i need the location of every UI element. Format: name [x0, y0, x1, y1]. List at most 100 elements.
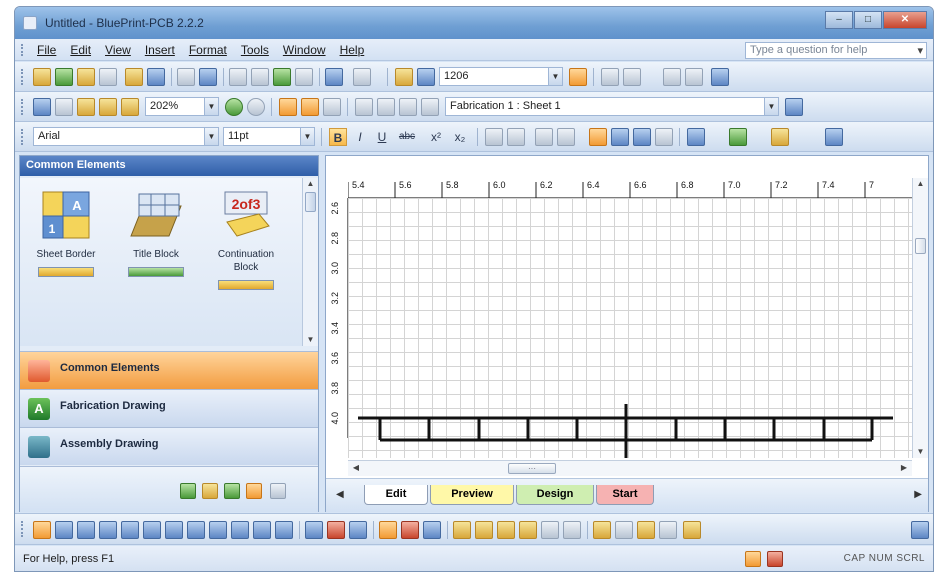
open-template-icon[interactable]	[77, 68, 95, 86]
flip-tool-icon[interactable]	[327, 521, 345, 539]
next-page-icon[interactable]	[399, 98, 417, 116]
align-right-icon[interactable]	[633, 128, 651, 146]
wizard-icon[interactable]	[99, 68, 117, 86]
ungroup-tool-icon[interactable]	[475, 521, 493, 539]
previous-page-icon[interactable]	[377, 98, 395, 116]
diagonal-tool-icon[interactable]	[423, 521, 441, 539]
font-color-icon[interactable]	[687, 128, 705, 146]
arc-tool-icon[interactable]	[165, 521, 183, 539]
underline-button[interactable]: U	[373, 128, 391, 146]
minimize-button[interactable]: –	[825, 11, 853, 29]
library-icon[interactable]	[663, 68, 681, 86]
grid-tool-icon[interactable]	[659, 521, 677, 539]
font-size-combo[interactable]: 11pt ▼	[223, 127, 315, 146]
toolbar-grip[interactable]	[21, 129, 25, 145]
route-tool-icon[interactable]	[401, 521, 419, 539]
components-icon[interactable]	[246, 483, 262, 499]
canvas-vertical-scrollbar[interactable]: ▲ ▼	[912, 178, 928, 458]
toolbar-grip[interactable]	[21, 69, 25, 85]
sheet-view-icon[interactable]	[301, 98, 319, 116]
print-icon[interactable]	[177, 68, 195, 86]
paste-icon[interactable]	[273, 68, 291, 86]
pointer-tool-icon[interactable]	[33, 521, 51, 539]
tab-edit[interactable]: Edit	[364, 485, 428, 505]
spell-check-icon[interactable]	[199, 68, 217, 86]
shape-title-block[interactable]: Title Block	[116, 186, 196, 277]
lock-tool-icon[interactable]	[615, 521, 633, 539]
menu-view[interactable]: View	[105, 43, 131, 57]
align-left-icon[interactable]	[589, 128, 607, 146]
zoom-in-icon[interactable]	[225, 98, 243, 116]
polygon-tool-icon[interactable]	[99, 521, 117, 539]
scroll-down-icon[interactable]: ▼	[913, 446, 928, 458]
measure-tool-icon[interactable]	[637, 521, 655, 539]
leader-tool-icon[interactable]	[231, 521, 249, 539]
zoom-combo[interactable]: 202% ▼	[145, 97, 219, 116]
scroll-down-icon[interactable]: ▼	[303, 334, 318, 346]
curve-tool-icon[interactable]	[253, 521, 271, 539]
rectangle-tool-icon[interactable]	[121, 521, 139, 539]
toolbar-grip[interactable]	[21, 521, 25, 537]
chevron-down-icon[interactable]: ▼	[548, 68, 562, 85]
help-search-input[interactable]: Type a question for help ▾	[745, 42, 927, 59]
superscript-button[interactable]: x²	[425, 128, 447, 146]
rotate-tool-icon[interactable]	[305, 521, 323, 539]
shape-sheet-border[interactable]: A 1 Sheet Border	[26, 186, 106, 277]
scroll-thumb[interactable]: ···	[508, 463, 556, 474]
table-tool-icon[interactable]	[187, 521, 205, 539]
rotate-text-icon[interactable]	[557, 128, 575, 146]
pencil-icon[interactable]	[395, 68, 413, 86]
part-combo[interactable]: 1206 ▼	[439, 67, 563, 86]
italic-button[interactable]: I	[351, 128, 369, 146]
close-button[interactable]: ✕	[883, 11, 927, 29]
scroll-thumb[interactable]	[915, 238, 926, 254]
menu-tools[interactable]: Tools	[241, 43, 269, 57]
shapes-icon[interactable]	[202, 483, 218, 499]
tree-icon[interactable]	[180, 483, 196, 499]
menubar-grip[interactable]	[21, 44, 25, 56]
bold-button[interactable]: B	[329, 128, 347, 146]
menu-window[interactable]: Window	[283, 43, 326, 57]
scroll-thumb[interactable]	[305, 192, 316, 212]
zoom-icon[interactable]	[601, 68, 619, 86]
toolbar-options-icon[interactable]	[711, 68, 729, 86]
last-page-icon[interactable]	[421, 98, 439, 116]
delete-icon[interactable]	[295, 68, 313, 86]
line-tool-icon[interactable]	[55, 521, 73, 539]
align-center-icon[interactable]	[611, 128, 629, 146]
scroll-up-icon[interactable]: ▲	[303, 178, 318, 190]
first-page-icon[interactable]	[355, 98, 373, 116]
toolbar-options-icon[interactable]	[825, 128, 843, 146]
cut-icon[interactable]	[229, 68, 247, 86]
bring-front-icon[interactable]	[497, 521, 515, 539]
stencil-scrollbar[interactable]: ▲ ▼	[302, 178, 318, 346]
maximize-button[interactable]: □	[854, 11, 882, 29]
menu-format[interactable]: Format	[189, 43, 227, 57]
shrink-font-icon[interactable]	[507, 128, 525, 146]
new-drawing-icon[interactable]	[55, 68, 73, 86]
open-folder-icon[interactable]	[125, 68, 143, 86]
canvas-horizontal-scrollbar[interactable]: ◀ ··· ▶	[348, 460, 912, 476]
chevron-down-icon[interactable]: ▼	[764, 98, 778, 115]
tab-start[interactable]: Start	[596, 485, 654, 505]
category-common-elements[interactable]: Common Elements	[20, 351, 318, 389]
trace-tool-icon[interactable]	[379, 521, 397, 539]
fit-width-icon[interactable]	[99, 98, 117, 116]
mirror-tool-icon[interactable]	[349, 521, 367, 539]
copy-icon[interactable]	[251, 68, 269, 86]
ellipse-tool-icon[interactable]	[143, 521, 161, 539]
tab-preview[interactable]: Preview	[430, 485, 514, 505]
fit-height-icon[interactable]	[121, 98, 139, 116]
freeform-tool-icon[interactable]	[275, 521, 293, 539]
drawing-grid[interactable]	[348, 198, 912, 458]
layers-icon[interactable]	[623, 68, 641, 86]
grow-font-icon[interactable]	[485, 128, 503, 146]
sheet-combo[interactable]: Fabrication 1 : Sheet 1 ▼	[445, 97, 779, 116]
toolbar-grip[interactable]	[21, 99, 25, 115]
chevron-down-icon[interactable]	[270, 483, 286, 499]
fit-page-icon[interactable]	[77, 98, 95, 116]
chevron-down-icon[interactable]: ▼	[204, 98, 218, 115]
strikethrough-button[interactable]: abc	[395, 128, 419, 146]
save-icon[interactable]	[147, 68, 165, 86]
properties-icon[interactable]	[685, 68, 703, 86]
